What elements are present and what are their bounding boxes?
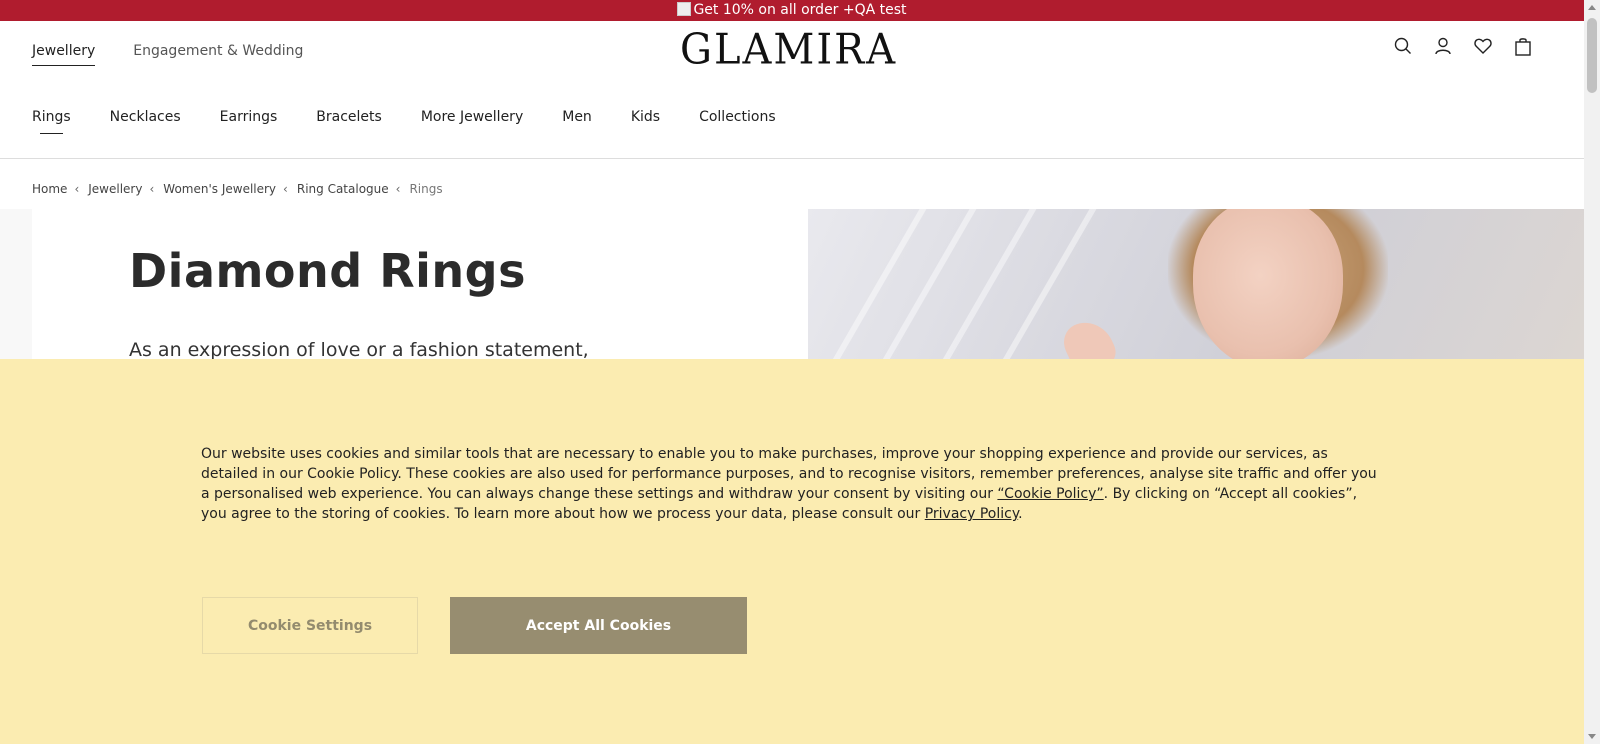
- category-bracelets[interactable]: Bracelets: [316, 109, 382, 125]
- hero-left-strip: [0, 209, 32, 359]
- breadcrumb: Home ‹ Jewellery ‹ Women's Jewellery ‹ R…: [32, 182, 443, 196]
- hero-subtitle: As an expression of love or a fashion st…: [129, 339, 589, 361]
- accept-all-cookies-button[interactable]: Accept All Cookies: [450, 597, 747, 654]
- fabric-fold: [843, 209, 999, 359]
- breadcrumb-current: Rings: [409, 182, 443, 196]
- cookie-consent-banner: Our website uses cookies and similar too…: [0, 359, 1584, 744]
- hero-model-image: [808, 209, 1584, 359]
- site-logo[interactable]: GLAMIRA: [680, 26, 897, 74]
- chevron-left-icon: ‹: [283, 182, 288, 196]
- site-header: Jewellery Engagement & Wedding GLAMIRA R…: [0, 21, 1584, 159]
- promo-text: Get 10% on all order +QA test: [693, 2, 907, 18]
- shopping-bag-icon[interactable]: [1512, 35, 1534, 57]
- account-icon[interactable]: [1432, 35, 1454, 57]
- scroll-up-arrow-icon[interactable]: [1588, 5, 1596, 10]
- model-hand: [1057, 313, 1121, 359]
- wishlist-heart-icon[interactable]: [1472, 35, 1494, 57]
- privacy-policy-link[interactable]: Privacy Policy: [925, 506, 1018, 522]
- model-face: [1193, 209, 1343, 359]
- breadcrumb-jewellery[interactable]: Jewellery: [88, 182, 142, 196]
- breadcrumb-womens-jewellery[interactable]: Women's Jewellery: [163, 182, 276, 196]
- category-necklaces[interactable]: Necklaces: [110, 109, 181, 125]
- top-nav-engagement-wedding[interactable]: Engagement & Wedding: [133, 43, 303, 66]
- category-collections[interactable]: Collections: [699, 109, 776, 125]
- promo-image-icon: [677, 2, 692, 16]
- scroll-down-arrow-icon[interactable]: [1588, 734, 1596, 739]
- category-kids[interactable]: Kids: [631, 109, 660, 125]
- page-title: Diamond Rings: [129, 244, 526, 298]
- cookie-text-part: .: [1018, 506, 1023, 522]
- category-nav: Rings Necklaces Earrings Bracelets More …: [32, 109, 776, 134]
- category-men[interactable]: Men: [562, 109, 592, 125]
- search-icon[interactable]: [1392, 35, 1414, 57]
- chevron-left-icon: ‹: [395, 182, 401, 196]
- promo-bar[interactable]: Get 10% on all order +QA test: [0, 0, 1584, 21]
- chevron-left-icon: ‹: [74, 182, 80, 196]
- cookie-notice-text: Our website uses cookies and similar too…: [201, 444, 1386, 524]
- cookie-settings-button[interactable]: Cookie Settings: [202, 597, 418, 654]
- scrollbar-thumb[interactable]: [1587, 18, 1597, 93]
- header-icons: [1392, 35, 1534, 57]
- category-earrings[interactable]: Earrings: [220, 109, 278, 125]
- hero-section: Diamond Rings As an expression of love o…: [0, 209, 1584, 361]
- breadcrumb-ring-catalogue[interactable]: Ring Catalogue: [297, 182, 389, 196]
- page-scrollbar[interactable]: [1584, 0, 1600, 744]
- cookie-policy-link[interactable]: “Cookie Policy”: [997, 486, 1103, 502]
- chevron-left-icon: ‹: [149, 182, 155, 196]
- top-nav: Jewellery Engagement & Wedding: [32, 43, 303, 66]
- category-more-jewellery[interactable]: More Jewellery: [421, 109, 523, 125]
- category-rings[interactable]: Rings: [32, 109, 71, 134]
- breadcrumb-home[interactable]: Home: [32, 182, 67, 196]
- top-nav-jewellery[interactable]: Jewellery: [32, 43, 96, 66]
